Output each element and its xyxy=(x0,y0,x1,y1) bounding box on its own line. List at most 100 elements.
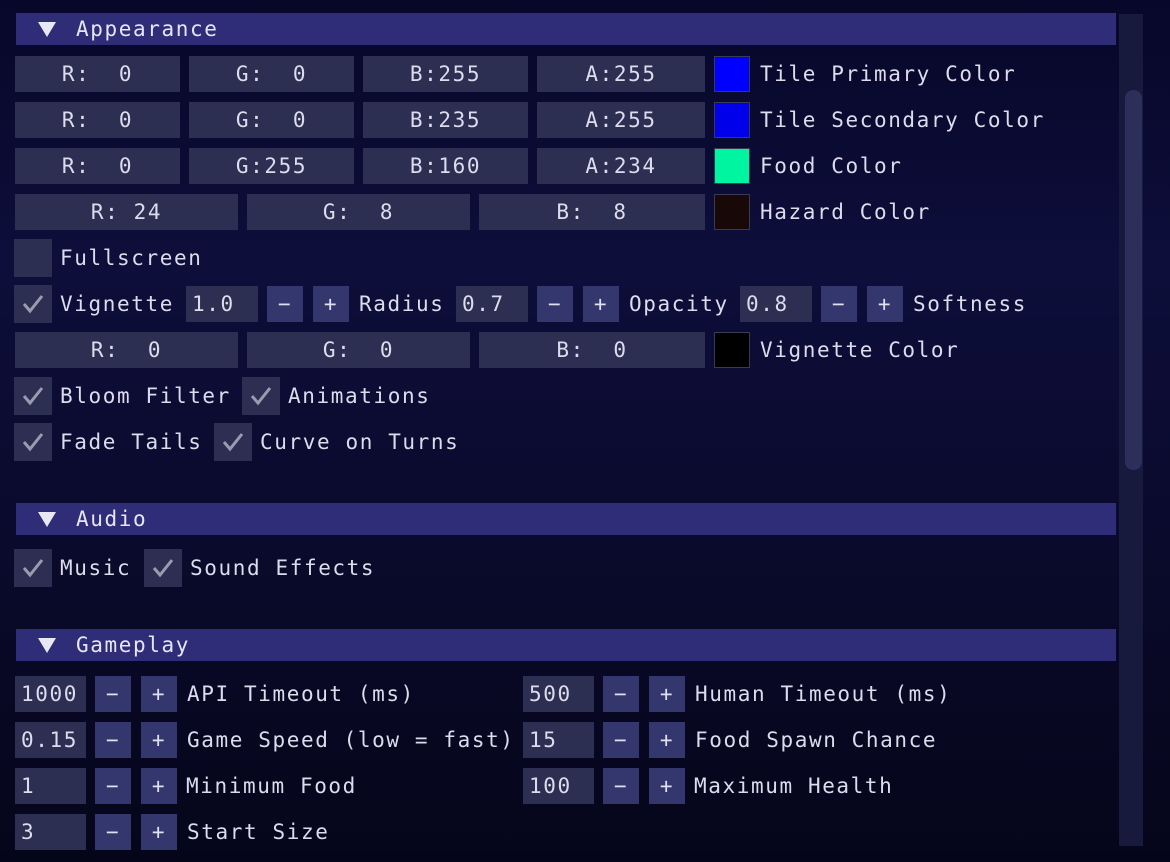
human-timeout-plus-button[interactable]: + xyxy=(649,676,685,712)
fade-tails-label: Fade Tails xyxy=(60,430,203,454)
appearance-title: Appearance xyxy=(76,17,219,41)
checkmark-icon xyxy=(22,387,44,406)
fade-tails-checkbox[interactable] xyxy=(14,423,52,461)
start-size-plus-button[interactable]: + xyxy=(141,814,177,850)
vignette-checkbox[interactable] xyxy=(14,285,52,323)
fullscreen-checkbox[interactable] xyxy=(14,239,52,277)
food-b-field[interactable]: B:160 xyxy=(363,148,528,184)
tile-primary-label: Tile Primary Color xyxy=(760,62,1017,86)
api-timeout-input[interactable]: 1000 xyxy=(15,676,86,712)
vignette-color-g-field[interactable]: G: 0 xyxy=(247,332,470,368)
hazard-r-field[interactable]: R: 24 xyxy=(15,194,238,230)
opacity-label: Opacity xyxy=(629,292,729,316)
start-size-input[interactable]: 3 xyxy=(15,814,86,850)
opacity-minus-button[interactable]: − xyxy=(821,286,857,322)
human-timeout-label: Human Timeout (ms) xyxy=(695,682,952,706)
human-timeout-minus-button[interactable]: − xyxy=(603,676,639,712)
game-speed-label: Game Speed (low = fast) xyxy=(187,728,515,752)
softness-label: Softness xyxy=(913,292,1027,316)
audio-header[interactable]: Audio xyxy=(16,503,1116,535)
vignette-color-r-field[interactable]: R: 0 xyxy=(15,332,238,368)
checkmark-icon xyxy=(222,433,244,452)
checkmark-icon xyxy=(152,559,174,578)
checkmark-icon xyxy=(250,387,272,406)
min-food-minus-button[interactable]: − xyxy=(95,768,131,804)
max-health-input[interactable]: 100 xyxy=(523,768,594,804)
min-food-label: Minimum Food xyxy=(186,774,357,798)
max-health-plus-button[interactable]: + xyxy=(649,768,685,804)
opacity-input[interactable]: 0.8 xyxy=(740,286,812,322)
tile-secondary-swatch[interactable] xyxy=(714,102,750,138)
appearance-header[interactable]: Appearance xyxy=(16,13,1116,45)
collapse-triangle-icon xyxy=(38,637,56,653)
vignette-color-b-field[interactable]: B: 0 xyxy=(479,332,705,368)
human-timeout-input[interactable]: 500 xyxy=(523,676,594,712)
tile-secondary-b-field[interactable]: B:235 xyxy=(363,102,528,138)
game-speed-minus-button[interactable]: − xyxy=(95,722,131,758)
food-r-field[interactable]: R: 0 xyxy=(15,148,180,184)
gameplay-title: Gameplay xyxy=(76,633,190,657)
api-timeout-plus-button[interactable]: + xyxy=(141,676,177,712)
vignette-plus-button[interactable]: + xyxy=(313,286,349,322)
vignette-input[interactable]: 1.0 xyxy=(186,286,258,322)
tile-secondary-label: Tile Secondary Color xyxy=(760,108,1045,132)
checkmark-icon xyxy=(22,559,44,578)
sound-effects-checkbox[interactable] xyxy=(144,549,182,587)
vignette-minus-button[interactable]: − xyxy=(267,286,303,322)
food-swatch[interactable] xyxy=(714,148,750,184)
checkmark-icon xyxy=(22,295,44,314)
tile-secondary-a-field[interactable]: A:255 xyxy=(537,102,705,138)
music-label: Music xyxy=(60,556,132,580)
api-timeout-minus-button[interactable]: − xyxy=(95,676,131,712)
min-food-plus-button[interactable]: + xyxy=(141,768,177,804)
animations-checkbox[interactable] xyxy=(242,377,280,415)
food-spawn-input[interactable]: 15 xyxy=(523,722,594,758)
game-speed-plus-button[interactable]: + xyxy=(141,722,177,758)
bloom-checkbox[interactable] xyxy=(14,377,52,415)
hazard-label: Hazard Color xyxy=(760,200,931,224)
vignette-color-swatch[interactable] xyxy=(714,332,750,368)
checkmark-icon xyxy=(22,433,44,452)
food-g-field[interactable]: G:255 xyxy=(189,148,354,184)
tile-primary-g-field[interactable]: G: 0 xyxy=(189,56,354,92)
min-food-input[interactable]: 1 xyxy=(15,768,86,804)
tile-primary-a-field[interactable]: A:255 xyxy=(537,56,705,92)
food-spawn-plus-button[interactable]: + xyxy=(649,722,685,758)
tile-secondary-r-field[interactable]: R: 0 xyxy=(15,102,180,138)
radius-plus-button[interactable]: + xyxy=(583,286,619,322)
radius-minus-button[interactable]: − xyxy=(537,286,573,322)
max-health-minus-button[interactable]: − xyxy=(603,768,639,804)
scrollbar-thumb[interactable] xyxy=(1125,90,1142,470)
collapse-triangle-icon xyxy=(38,511,56,527)
opacity-plus-button[interactable]: + xyxy=(867,286,903,322)
radius-label: Radius xyxy=(359,292,445,316)
food-a-field[interactable]: A:234 xyxy=(537,148,705,184)
fullscreen-label: Fullscreen xyxy=(60,246,203,270)
food-spawn-label: Food Spawn Chance xyxy=(695,728,938,752)
hazard-swatch[interactable] xyxy=(714,194,750,230)
curve-turns-label: Curve on Turns xyxy=(260,430,460,454)
vignette-label: Vignette xyxy=(60,292,174,316)
gameplay-header[interactable]: Gameplay xyxy=(16,629,1116,661)
animations-label: Animations xyxy=(288,384,431,408)
max-health-label: Maximum Health xyxy=(694,774,894,798)
vignette-color-label: Vignette Color xyxy=(760,338,960,362)
food-spawn-minus-button[interactable]: − xyxy=(603,722,639,758)
food-label: Food Color xyxy=(760,154,903,178)
tile-primary-r-field[interactable]: R: 0 xyxy=(15,56,180,92)
bloom-label: Bloom Filter xyxy=(60,384,231,408)
tile-secondary-g-field[interactable]: G: 0 xyxy=(189,102,354,138)
tile-primary-b-field[interactable]: B:255 xyxy=(363,56,528,92)
start-size-label: Start Size xyxy=(187,820,330,844)
hazard-g-field[interactable]: G: 8 xyxy=(247,194,470,230)
curve-turns-checkbox[interactable] xyxy=(214,423,252,461)
collapse-triangle-icon xyxy=(38,21,56,37)
audio-title: Audio xyxy=(76,507,148,531)
game-speed-input[interactable]: 0.15 xyxy=(15,722,86,758)
start-size-minus-button[interactable]: − xyxy=(95,814,131,850)
tile-primary-swatch[interactable] xyxy=(714,56,750,92)
music-checkbox[interactable] xyxy=(14,549,52,587)
radius-input[interactable]: 0.7 xyxy=(456,286,528,322)
sound-effects-label: Sound Effects xyxy=(190,556,376,580)
hazard-b-field[interactable]: B: 8 xyxy=(479,194,705,230)
